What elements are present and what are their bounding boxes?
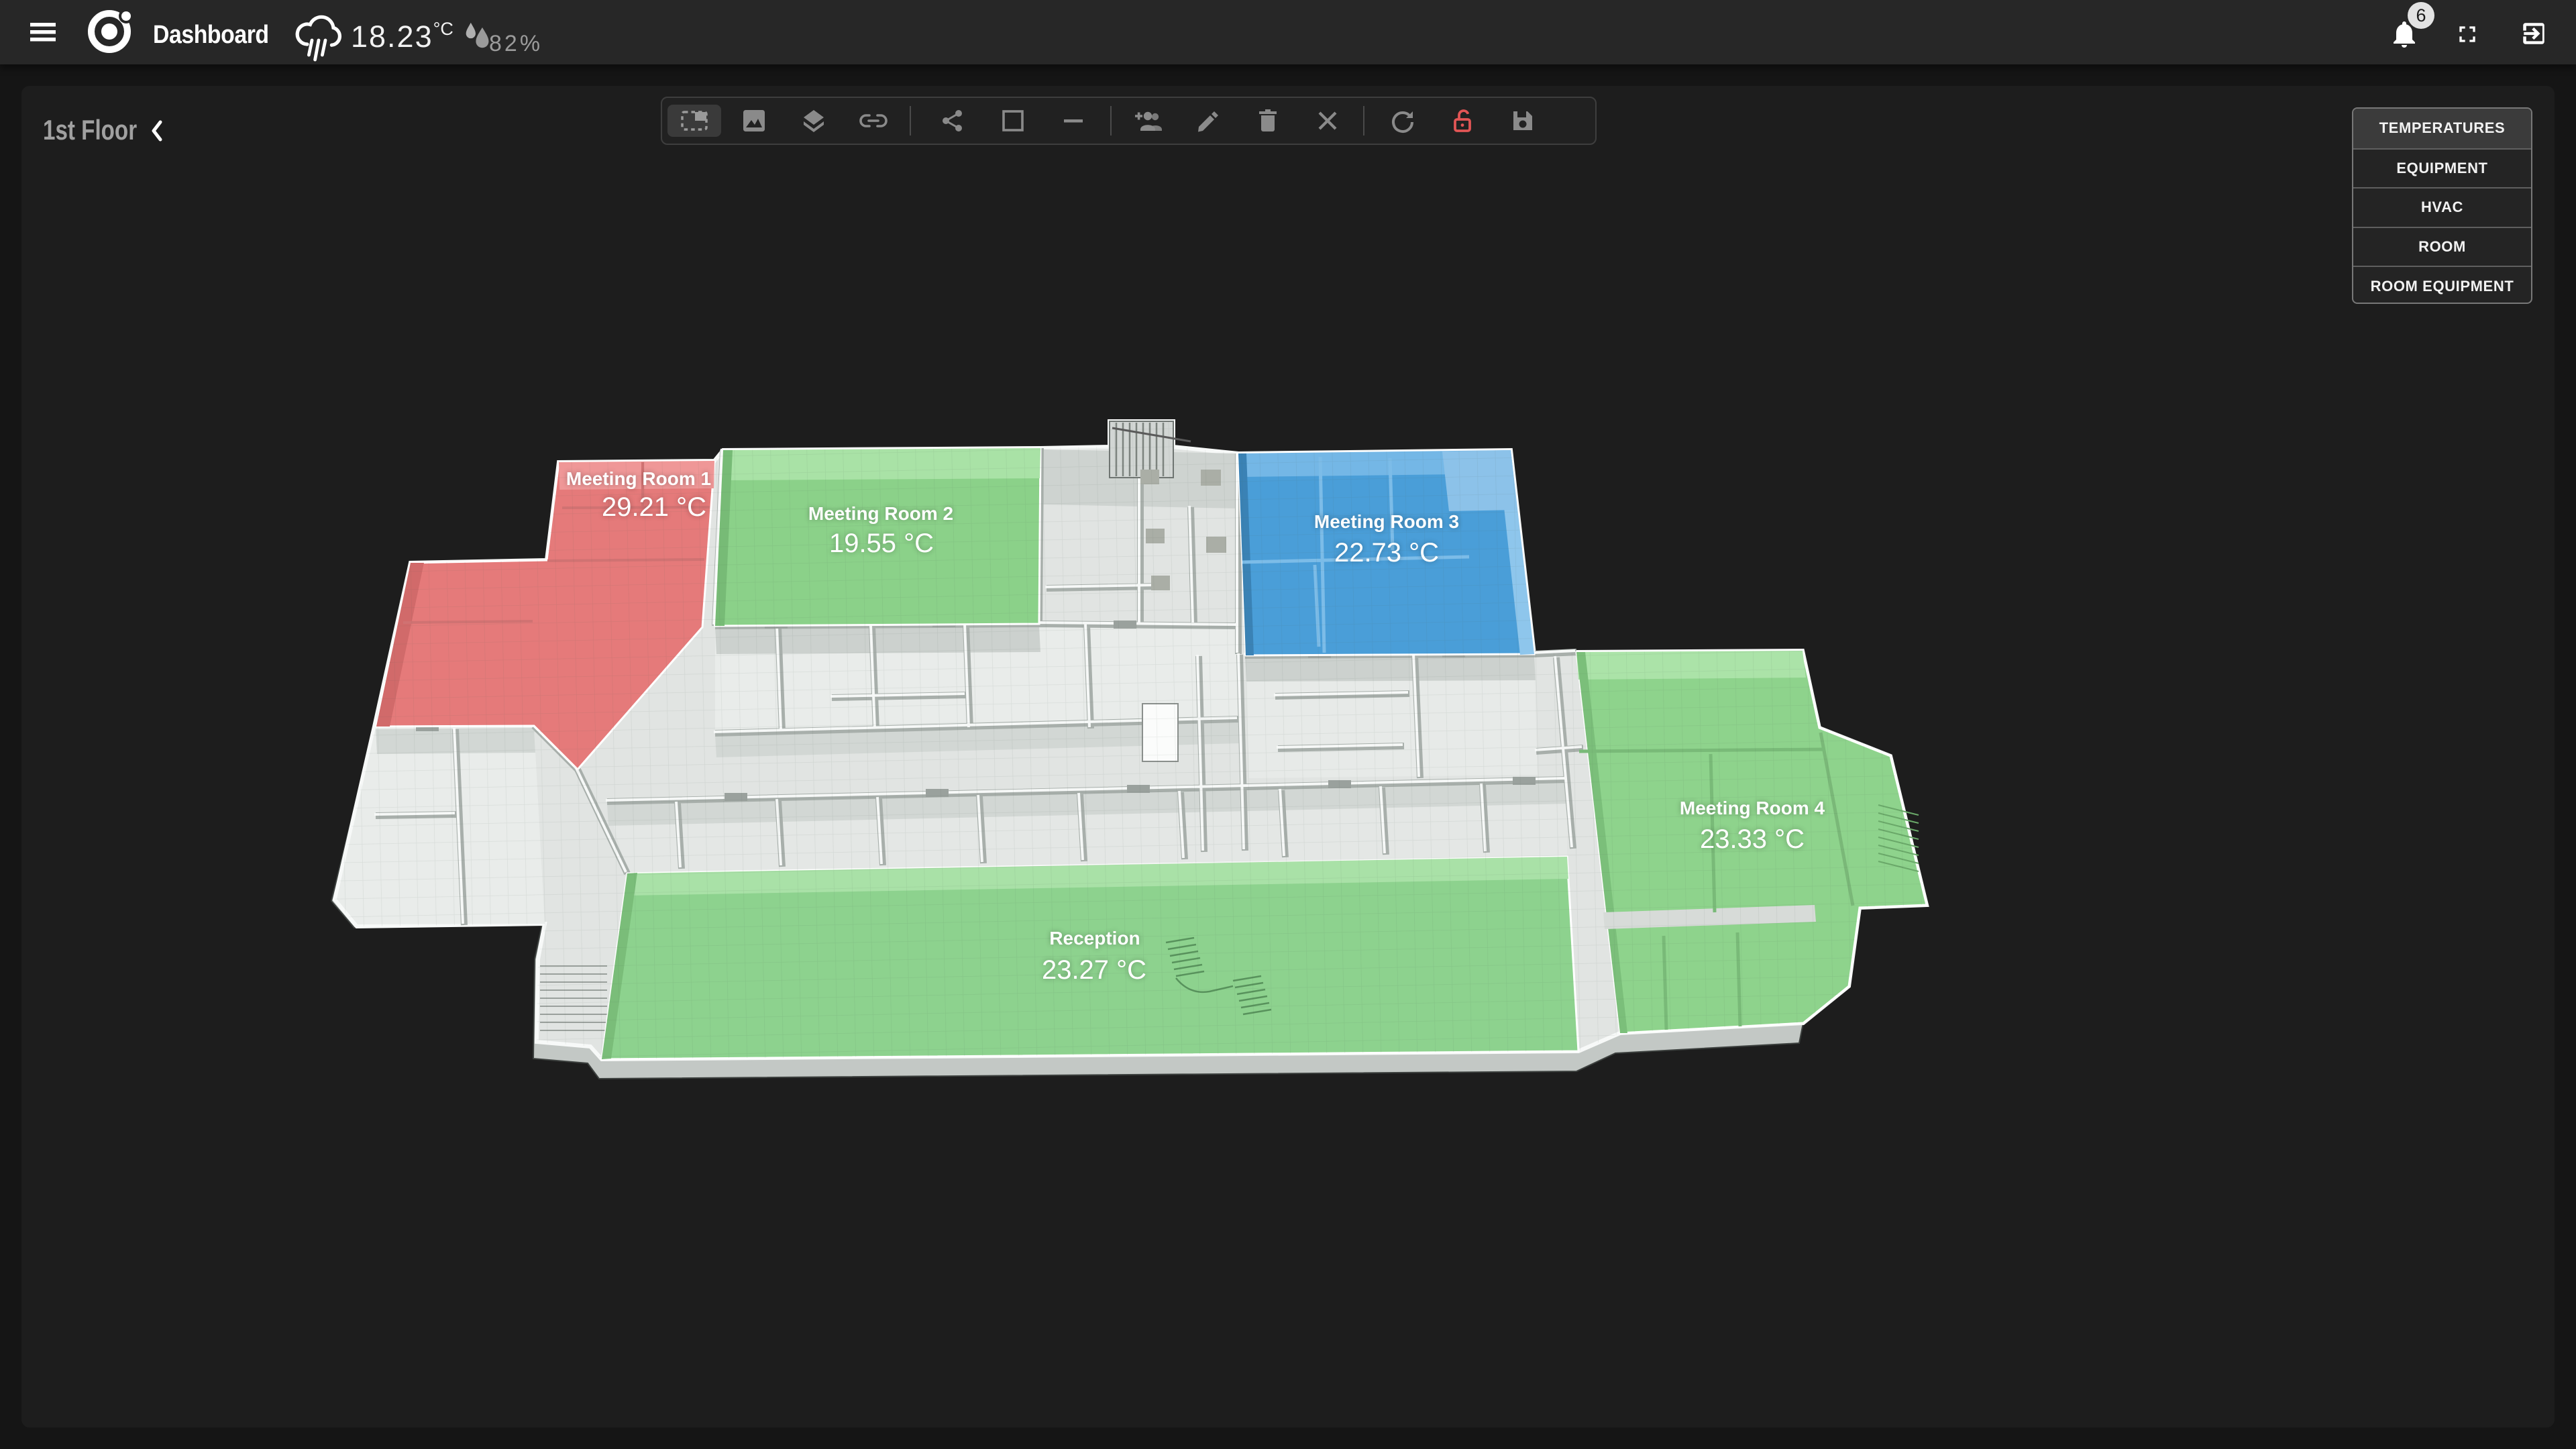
svg-text:Meeting Room 1: Meeting Room 1 bbox=[566, 468, 711, 489]
svg-text:22.73 °C: 22.73 °C bbox=[1334, 538, 1439, 568]
svg-text:Meeting Room 4: Meeting Room 4 bbox=[1680, 798, 1825, 818]
svg-text:Meeting Room 2: Meeting Room 2 bbox=[808, 503, 953, 524]
svg-text:Reception: Reception bbox=[1049, 928, 1140, 949]
svg-text:23.27 °C: 23.27 °C bbox=[1042, 955, 1146, 985]
svg-text:Meeting Room 3: Meeting Room 3 bbox=[1314, 511, 1459, 532]
svg-text:23.33 °C: 23.33 °C bbox=[1700, 824, 1805, 854]
svg-text:29.21 °C: 29.21 °C bbox=[602, 492, 706, 522]
svg-text:19.55 °C: 19.55 °C bbox=[829, 529, 934, 558]
